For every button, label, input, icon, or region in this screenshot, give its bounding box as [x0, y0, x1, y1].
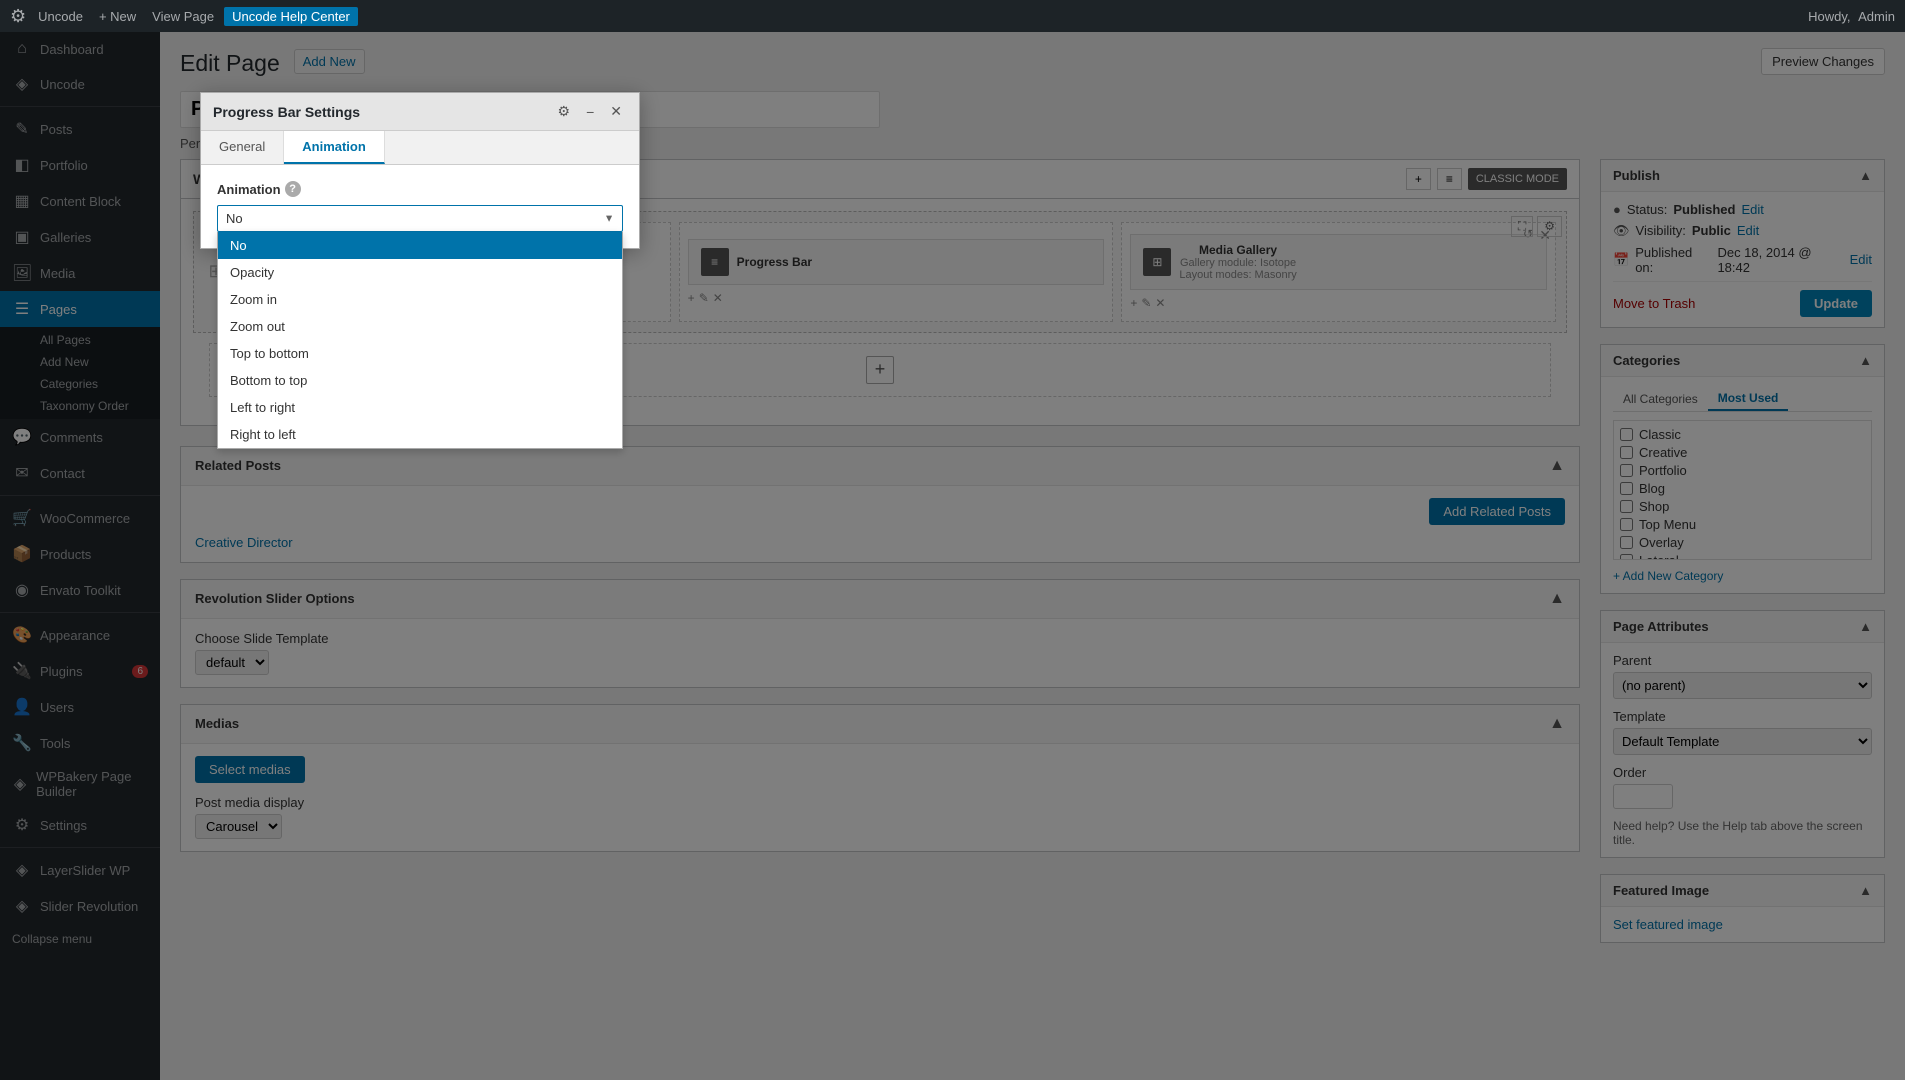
- dropdown-option-top-to-bottom[interactable]: Top to bottom: [218, 340, 622, 367]
- dropdown-option-zoom-in[interactable]: Zoom in: [218, 286, 622, 313]
- dropdown-option-right-to-left[interactable]: Right to left: [218, 421, 622, 448]
- site-name[interactable]: Uncode: [32, 9, 89, 24]
- modal-settings-btn[interactable]: ⚙: [553, 101, 576, 122]
- dropdown-option-no[interactable]: No: [218, 232, 622, 259]
- dropdown-option-zoom-out[interactable]: Zoom out: [218, 313, 622, 340]
- animation-section-label: Animation ?: [217, 181, 623, 197]
- tab-animation[interactable]: Animation: [284, 131, 385, 164]
- dropdown-option-left-to-right[interactable]: Left to right: [218, 394, 622, 421]
- animation-select-container: No ▼ No Opacity Zoom in Zoom out Top to …: [217, 205, 623, 232]
- progress-bar-modal: Progress Bar Settings ⚙ − ✕ General Anim…: [200, 92, 640, 249]
- tab-general[interactable]: General: [201, 131, 284, 164]
- animation-help-icon: ?: [285, 181, 301, 197]
- dropdown-option-bottom-to-top[interactable]: Bottom to top: [218, 367, 622, 394]
- modal-controls: ⚙ − ✕: [553, 101, 627, 122]
- modal-title: Progress Bar Settings: [213, 104, 360, 120]
- modal-body: Animation ? No ▼ No Opacity Zoom in Zoom…: [201, 165, 639, 248]
- help-center-link[interactable]: Uncode Help Center: [224, 7, 358, 26]
- modal-titlebar: Progress Bar Settings ⚙ − ✕: [201, 93, 639, 131]
- animation-select-display[interactable]: No ▼: [217, 205, 623, 232]
- new-item[interactable]: + New: [93, 9, 142, 24]
- modal-overlay: Progress Bar Settings ⚙ − ✕ General Anim…: [0, 32, 1905, 1080]
- modal-tabs: General Animation: [201, 131, 639, 165]
- view-page-link[interactable]: View Page: [146, 9, 220, 24]
- modal-close-btn[interactable]: ✕: [605, 101, 627, 122]
- dropdown-option-opacity[interactable]: Opacity: [218, 259, 622, 286]
- wp-logo-icon[interactable]: ⚙: [10, 6, 26, 27]
- howdy-text: Howdy, Admin: [1808, 9, 1895, 24]
- modal-minimize-btn[interactable]: −: [581, 102, 599, 122]
- admin-bar: ⚙ Uncode + New View Page Uncode Help Cen…: [0, 0, 1905, 32]
- animation-dropdown-list: No Opacity Zoom in Zoom out Top to botto…: [217, 232, 623, 449]
- dropdown-arrow-icon: ▼: [604, 213, 614, 224]
